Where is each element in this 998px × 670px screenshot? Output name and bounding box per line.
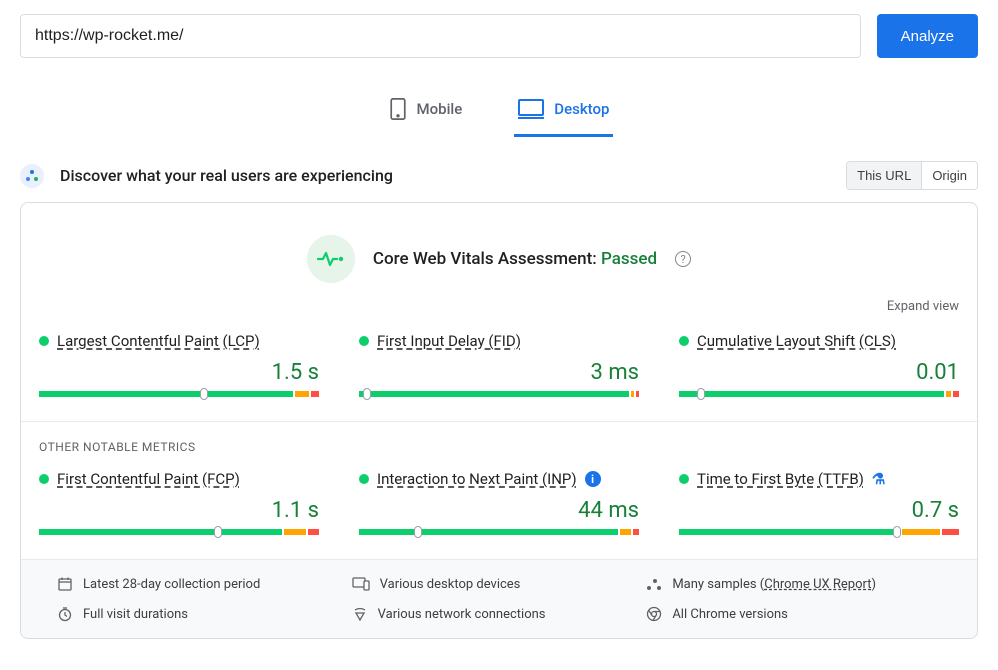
metric-name-link[interactable]: First Contentful Paint (FCP) bbox=[57, 470, 240, 488]
metric-value: 1.1 s bbox=[39, 498, 319, 523]
assessment-status: Passed bbox=[601, 249, 657, 269]
status-dot-icon bbox=[359, 336, 369, 346]
filter-this-url[interactable]: This URL bbox=[847, 162, 921, 189]
footer-info: Latest 28-day collection period Various … bbox=[21, 559, 977, 638]
flask-icon[interactable]: ⚗ bbox=[872, 470, 885, 488]
expand-view-link[interactable]: Expand view bbox=[887, 299, 959, 314]
metric-cls: Cumulative Layout Shift (CLS) 0.01 bbox=[679, 332, 959, 397]
metric-fcp: First Contentful Paint (FCP) 1.1 s bbox=[39, 470, 319, 535]
mobile-icon bbox=[389, 98, 407, 120]
status-dot-icon bbox=[39, 474, 49, 484]
metric-value: 0.7 s bbox=[679, 498, 959, 523]
discover-title: Discover what your real users are experi… bbox=[60, 166, 830, 185]
discover-icon bbox=[20, 164, 44, 188]
status-dot-icon bbox=[39, 336, 49, 346]
info-icon[interactable]: i bbox=[585, 471, 601, 487]
chrome-icon bbox=[646, 606, 662, 622]
metric-value: 1.5 s bbox=[39, 360, 319, 385]
tab-desktop-label: Desktop bbox=[554, 100, 609, 118]
metric-value: 0.01 bbox=[679, 360, 959, 385]
clock-icon bbox=[57, 606, 73, 622]
analyze-button[interactable]: Analyze bbox=[877, 14, 978, 58]
metric-name-link[interactable]: Interaction to Next Paint (INP) bbox=[377, 470, 577, 488]
samples-icon bbox=[646, 577, 662, 591]
url-origin-toggle: This URL Origin bbox=[846, 161, 978, 190]
network-icon bbox=[352, 607, 368, 621]
calendar-icon bbox=[57, 576, 73, 592]
url-input[interactable] bbox=[20, 14, 861, 58]
assessment-text: Core Web Vitals Assessment: Passed bbox=[373, 249, 657, 269]
tab-desktop[interactable]: Desktop bbox=[514, 86, 613, 137]
metric-value: 44 ms bbox=[359, 498, 639, 523]
vitals-panel: Core Web Vitals Assessment: Passed ? Exp… bbox=[20, 202, 978, 639]
tab-mobile[interactable]: Mobile bbox=[385, 86, 467, 137]
tab-mobile-label: Mobile bbox=[417, 100, 463, 118]
vitals-pulse-icon bbox=[307, 235, 355, 283]
metric-bar bbox=[359, 529, 639, 535]
status-dot-icon bbox=[679, 474, 689, 484]
metric-ttfb: Time to First Byte (TTFB) ⚗ 0.7 s bbox=[679, 470, 959, 535]
metric-bar bbox=[679, 391, 959, 397]
metric-bar bbox=[679, 529, 959, 535]
metric-fid: First Input Delay (FID) 3 ms bbox=[359, 332, 639, 397]
desktop-icon bbox=[518, 99, 544, 119]
help-icon[interactable]: ? bbox=[675, 251, 691, 267]
metric-bar bbox=[39, 529, 319, 535]
metric-bar bbox=[359, 391, 639, 397]
metric-name-link[interactable]: Largest Contentful Paint (LCP) bbox=[57, 332, 260, 350]
filter-origin[interactable]: Origin bbox=[921, 162, 977, 189]
metric-name-link[interactable]: First Input Delay (FID) bbox=[377, 332, 521, 350]
devices-icon bbox=[352, 577, 370, 591]
metric-inp: Interaction to Next Paint (INP) i 44 ms bbox=[359, 470, 639, 535]
section-label: OTHER NOTABLE METRICS bbox=[21, 440, 977, 470]
status-dot-icon bbox=[359, 474, 369, 484]
metric-value: 3 ms bbox=[359, 360, 639, 385]
metric-name-link[interactable]: Cumulative Layout Shift (CLS) bbox=[697, 332, 896, 350]
metric-bar bbox=[39, 391, 319, 397]
status-dot-icon bbox=[679, 336, 689, 346]
chrome-ux-report-link[interactable]: Chrome UX Report bbox=[764, 577, 871, 592]
metric-name-link[interactable]: Time to First Byte (TTFB) bbox=[697, 470, 864, 488]
metric-lcp: Largest Contentful Paint (LCP) 1.5 s bbox=[39, 332, 319, 397]
